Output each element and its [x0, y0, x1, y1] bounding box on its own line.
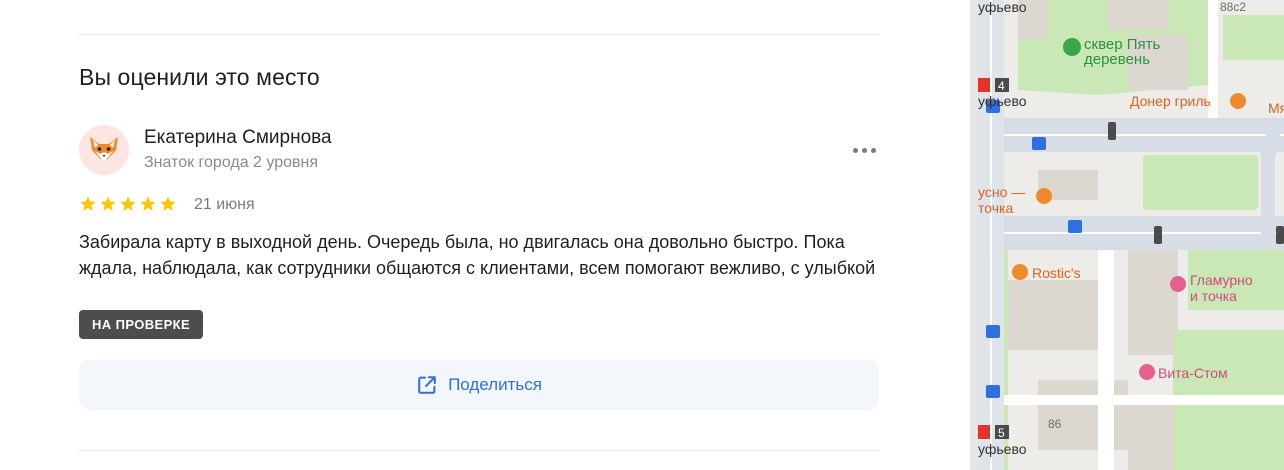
map-label-poi[interactable]: усно — точка [978, 184, 1025, 216]
map-label-poi[interactable]: Мя [1268, 101, 1284, 116]
map-label-metro[interactable]: уфьево [978, 0, 1027, 15]
star-icon [160, 196, 176, 211]
more-options-button[interactable] [848, 138, 880, 162]
map-view[interactable]: уфьево 88с2 сквер Пять деревень 4 уфьево… [978, 0, 1284, 470]
map-label-poi[interactable]: Вита-Стом [1158, 366, 1228, 381]
star-icon [140, 196, 156, 211]
divider [79, 34, 879, 35]
divider [79, 450, 879, 451]
author-name[interactable]: Екатерина Смирнова [144, 127, 332, 149]
map-label-metro[interactable]: уфьево [978, 442, 1027, 457]
map-label-poi[interactable]: Rostic's [1032, 266, 1081, 281]
external-share-icon [418, 376, 436, 394]
map-canvas [978, 0, 1284, 470]
metro-line-badge: 4 [998, 79, 1005, 93]
author-level: Знаток города 2 уровня [144, 154, 319, 171]
more-dots-icon [852, 147, 858, 153]
section-title: Вы оценили это место [79, 64, 320, 90]
map-label-house: 88с2 [1220, 0, 1247, 14]
share-label: Поделиться [448, 375, 542, 394]
author-avatar[interactable] [79, 125, 129, 175]
rating-stars [79, 195, 177, 213]
fox-avatar-icon [90, 137, 118, 163]
review-panel: Вы оценили это место Екатерина Смирнова … [0, 0, 970, 470]
star-icon [80, 196, 96, 211]
review-date: 21 июня [194, 196, 255, 213]
map-label-metro[interactable]: уфьево [978, 94, 1027, 109]
star-icon [100, 196, 116, 211]
star-icon [120, 196, 136, 211]
metro-line-badge: 5 [998, 426, 1005, 440]
review-text: Забирала карту в выходной день. Очередь … [79, 232, 876, 278]
status-badge: НА ПРОВЕРКЕ [79, 310, 204, 339]
map-splitter[interactable] [970, 0, 978, 470]
map-label-poi[interactable]: Гламурно и точка [1190, 272, 1253, 304]
map-label-house: 86 [1048, 417, 1062, 431]
share-button[interactable]: Поделиться [79, 360, 879, 410]
map-label-park[interactable]: сквер Пять деревень [1084, 37, 1160, 67]
map-label-poi[interactable]: Донер гриль [1130, 94, 1211, 109]
